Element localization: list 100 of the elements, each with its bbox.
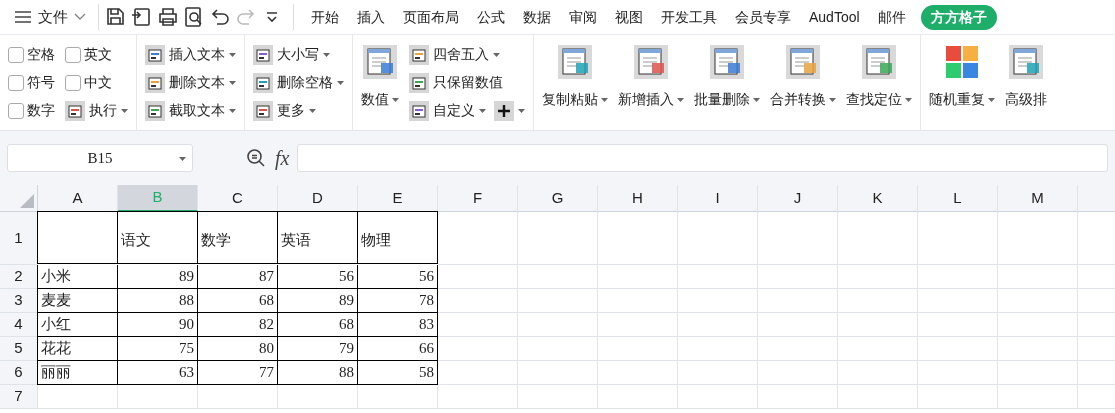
sheet-tool-icon (786, 45, 820, 79)
column-header[interactable]: E (358, 185, 438, 212)
ribbon-button[interactable]: 自定义 (409, 98, 486, 123)
ribbon-large-button[interactable]: 合并转换 (770, 43, 836, 110)
row-header[interactable]: 1 (0, 212, 38, 265)
ribbon-tab[interactable]: 视图 (606, 3, 652, 31)
ribbon-button[interactable]: 执行 (65, 98, 128, 123)
chevron-down-icon (74, 13, 86, 21)
column-header[interactable]: K (838, 185, 918, 212)
ribbon-tab[interactable]: 数据 (514, 3, 560, 31)
ribbon-button[interactable]: 四舍五入 (409, 42, 525, 67)
column-header[interactable]: G (518, 185, 598, 212)
ribbon-button[interactable]: 只保留数值 (409, 70, 525, 95)
table-cell: 58 (358, 361, 438, 385)
tool-icon (145, 44, 165, 65)
table-cell: 56 (278, 265, 358, 289)
checkbox[interactable] (65, 74, 81, 91)
ribbon-large-button[interactable]: 复制粘贴 (542, 43, 608, 110)
table-cell: 语文 (118, 211, 198, 264)
table-cell: 66 (358, 337, 438, 361)
checkbox-option[interactable]: 数字 (8, 100, 55, 121)
row-header[interactable]: 4 (0, 313, 38, 337)
table-cell: 88 (118, 289, 198, 313)
ribbon-button[interactable]: 大小写 (253, 42, 344, 67)
sheet-tool-icon (710, 45, 744, 79)
table-cell: 麦麦 (37, 289, 118, 313)
column-header[interactable]: D (278, 185, 358, 212)
caret-icon (179, 157, 186, 161)
ribbon-tab[interactable]: 开发工具 (652, 3, 726, 31)
checkbox[interactable] (65, 46, 81, 63)
column-header[interactable]: A (38, 185, 118, 212)
checkbox-option[interactable]: 英文 (65, 44, 128, 65)
color-grid-icon (945, 45, 979, 79)
column-header[interactable]: C (198, 185, 278, 212)
column-header[interactable]: F (438, 185, 518, 212)
formula-input[interactable] (297, 144, 1108, 172)
table-cell: 英语 (278, 211, 358, 264)
ribbon-button[interactable]: 删除空格 (253, 70, 344, 95)
table-cell: 89 (118, 265, 198, 289)
column-header[interactable]: H (598, 185, 678, 212)
tool-icon (253, 44, 273, 65)
row-header[interactable]: 5 (0, 337, 38, 361)
ribbon-button[interactable]: 插入文本 (145, 42, 236, 67)
tool-icon (409, 100, 429, 121)
ribbon-tab[interactable]: 页面布局 (394, 3, 468, 31)
ribbon-tab[interactable]: 审阅 (560, 3, 606, 31)
ribbon-tab[interactable]: 插入 (348, 3, 394, 31)
ribbon-large-button[interactable]: 高级排 (1005, 43, 1047, 110)
ribbon-tab[interactable]: AudTool (800, 3, 869, 31)
table-cell: 78 (358, 289, 438, 313)
checkbox-option[interactable]: 空格 (8, 44, 55, 65)
table-cell: 80 (198, 337, 278, 361)
checkbox[interactable] (8, 74, 24, 91)
ribbon-large-button[interactable]: 随机重复 (929, 43, 995, 110)
column-header[interactable]: J (758, 185, 838, 212)
tool-icon (409, 72, 429, 93)
add-button[interactable] (494, 99, 525, 122)
checkbox-option[interactable]: 中文 (65, 72, 128, 93)
row-header[interactable]: 7 (0, 385, 38, 409)
ribbon-button[interactable]: 删除文本 (145, 70, 236, 95)
tool-icon (145, 72, 165, 93)
tool-icon (65, 100, 85, 121)
ribbon-tab[interactable]: 公式 (468, 3, 514, 31)
row-header[interactable]: 2 (0, 265, 38, 289)
column-header[interactable]: I (678, 185, 758, 212)
ribbon-button[interactable]: 截取文本 (145, 98, 236, 123)
ribbon-tab[interactable]: 开始 (302, 3, 348, 31)
sheet-tool-icon (558, 45, 592, 79)
name-box[interactable]: B15 (7, 144, 193, 172)
table-cell: 82 (198, 313, 278, 337)
checkbox-option[interactable]: 符号 (8, 72, 55, 93)
ribbon-large-button[interactable]: 批量删除 (694, 43, 760, 110)
row-header[interactable]: 6 (0, 361, 38, 385)
ribbon-large-button[interactable]: 新增插入 (618, 43, 684, 110)
table-cell: 物理 (358, 211, 438, 264)
checkbox[interactable] (8, 46, 24, 63)
table-cell: 63 (118, 361, 198, 385)
ribbon-tab[interactable]: 邮件 (868, 3, 915, 31)
table-cell: 小米 (37, 265, 118, 289)
zoom-icon[interactable] (245, 147, 267, 169)
table-cell: 83 (358, 313, 438, 337)
table-cell: 87 (198, 265, 278, 289)
ribbon-large-button[interactable]: 查找定位 (846, 43, 912, 110)
column-header[interactable]: M (998, 185, 1078, 212)
table-cell: 68 (278, 313, 358, 337)
table-cell: 丽丽 (37, 361, 118, 385)
table-cell: 88 (278, 361, 358, 385)
ribbon-button[interactable]: 更多 (253, 98, 344, 123)
file-menu-button[interactable]: 文件 (0, 2, 94, 32)
ribbon-tab[interactable]: 会员专享 (726, 3, 800, 31)
table-cell: 56 (358, 265, 438, 289)
sheet-tool-icon (1009, 45, 1043, 79)
table-cell: 75 (118, 337, 198, 361)
row-header[interactable]: 3 (0, 289, 38, 313)
column-header[interactable]: L (918, 185, 998, 212)
table-cell: 花花 (37, 337, 118, 361)
checkbox[interactable] (8, 102, 24, 119)
tool-icon (145, 100, 165, 121)
ribbon-large-button[interactable]: 数值 (361, 43, 399, 110)
table-cell: 90 (118, 313, 198, 337)
